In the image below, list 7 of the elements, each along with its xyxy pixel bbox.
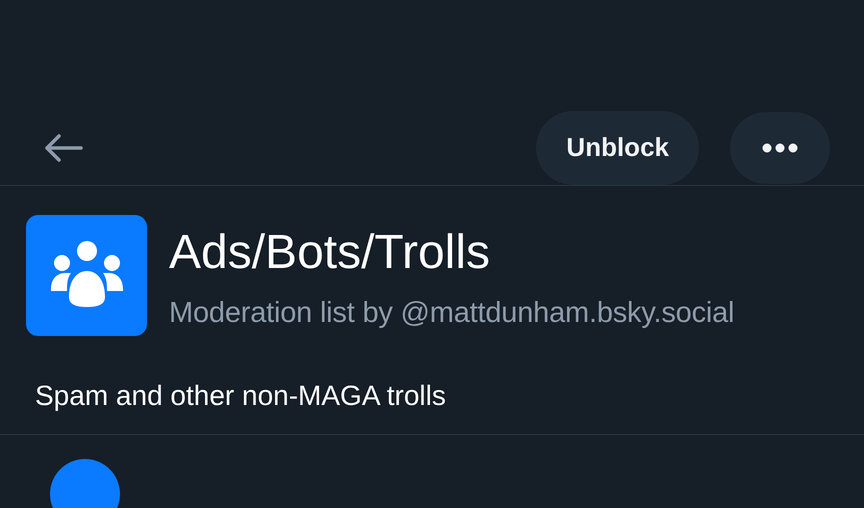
back-arrow-icon — [43, 132, 83, 162]
more-icon — [762, 142, 798, 152]
list-subtitle: Moderation list by @mattdunham.bsky.social — [169, 296, 734, 331]
list-description: Spam and other non-MAGA trolls — [34, 379, 447, 413]
unblock-button[interactable]: Unblock — [536, 110, 699, 184]
list-title: Ads/Bots/Trolls — [169, 225, 491, 281]
avatar — [50, 459, 120, 508]
